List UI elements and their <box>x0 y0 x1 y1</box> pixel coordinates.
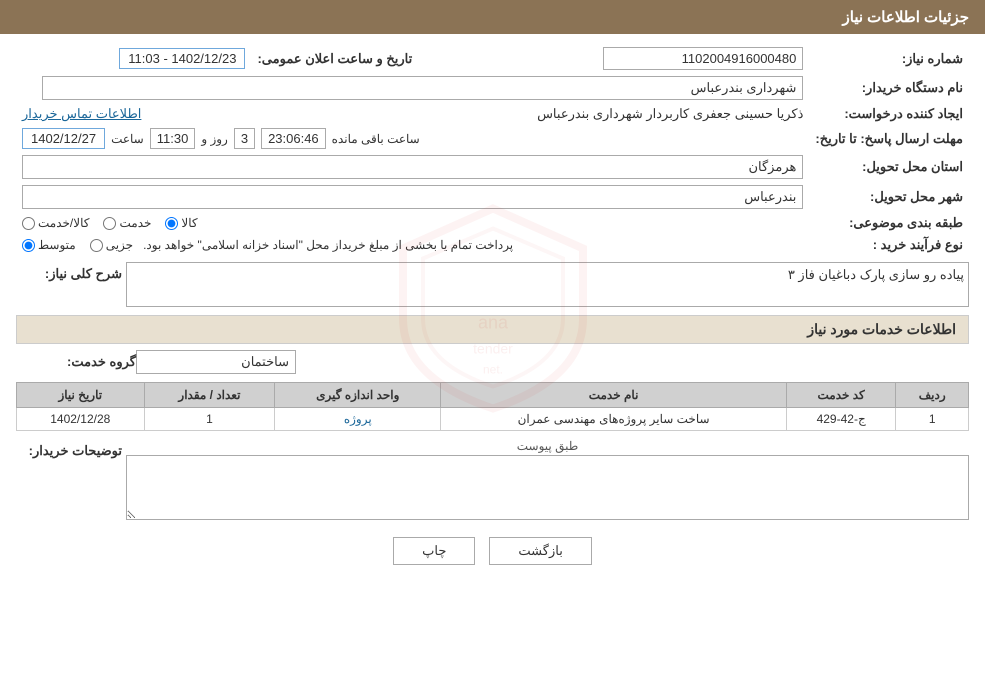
table-cell-date: 1402/12/28 <box>17 408 145 431</box>
category-radio-group: کالا/خدمت خدمت کالا <box>22 216 803 230</box>
table-cell-name: ساخت سایر پروژه‌های مهندسی عمران <box>441 408 787 431</box>
process-radio-group: متوسط جزیی <box>22 238 133 252</box>
category-option-kala[interactable]: کالا <box>165 216 197 230</box>
table-row: 1ج-42-429ساخت سایر پروژه‌های مهندسی عمرا… <box>17 408 969 431</box>
service-group-label: گروه خدمت: <box>16 354 136 370</box>
city-label: شهر محل تحویل: <box>809 182 969 212</box>
deadline-date: 1402/12/27 <box>22 128 105 149</box>
page-header: جزئیات اطلاعات نیاز <box>0 0 985 34</box>
col-qty: تعداد / مقدار <box>144 383 275 408</box>
page-title: جزئیات اطلاعات نیاز <box>843 9 970 26</box>
process-note: پرداخت تمام یا بخشی از مبلغ خریداز محل "… <box>143 238 513 252</box>
remaining-label: ساعت باقی مانده <box>332 132 420 146</box>
city-value: بندرعباس <box>22 185 803 209</box>
col-unit: واحد اندازه گیری <box>275 383 441 408</box>
time-label: ساعت <box>111 132 144 146</box>
process-option-joz[interactable]: جزیی <box>90 238 133 252</box>
neeaz-number-input: 1102004916000480 <box>603 47 803 70</box>
attachment-note: طبق پیوست <box>126 439 969 453</box>
deadline-days: 3 <box>234 128 255 149</box>
col-name: نام خدمت <box>441 383 787 408</box>
contact-link[interactable]: اطلاعات تماس خریدار <box>22 106 141 121</box>
description-value: پیاده رو سازی پارک دباغیان فاز ۳ <box>126 262 969 307</box>
category-label: طبقه بندی موضوعی: <box>809 212 969 234</box>
date-value: 1402/12/23 - 11:03 <box>16 44 251 73</box>
deadline-time: 11:30 <box>150 128 196 149</box>
buyer-label: نام دستگاه خریدار: <box>809 73 969 103</box>
province-label: استان محل تحویل: <box>809 152 969 182</box>
days-separator: روز و <box>201 132 228 146</box>
date-input: 1402/12/23 - 11:03 <box>119 48 245 69</box>
buyer-desc-textarea[interactable] <box>126 455 969 520</box>
neeaz-number-label: شماره نیاز: <box>809 44 969 73</box>
table-cell-code: ج-42-429 <box>786 408 895 431</box>
table-cell-unit: پروژه <box>275 408 441 431</box>
button-bar: بازگشت چاپ <box>16 537 969 565</box>
buyer-value: شهرداری بندرعباس <box>16 73 809 103</box>
creator-value: ذکریا حسینی جعفری کاربردار شهرداری بندرع… <box>251 103 809 125</box>
col-date: تاریخ نیاز <box>17 383 145 408</box>
process-label: نوع فرآیند خرید : <box>809 234 969 256</box>
date-label: تاریخ و ساعت اعلان عمومی: <box>251 44 418 73</box>
category-option-kala-khadamat[interactable]: کالا/خدمت <box>22 216 89 230</box>
service-group-value: ساختمان <box>136 350 296 374</box>
province-value: هرمزگان <box>22 155 803 179</box>
col-rownum: ردیف <box>896 383 969 408</box>
buyer-desc-label: توضیحات خریدار: <box>16 439 126 459</box>
col-code: کد خدمت <box>786 383 895 408</box>
creator-label: ایجاد کننده درخواست: <box>809 103 969 125</box>
back-button[interactable]: بازگشت <box>489 537 591 565</box>
description-section-label: شرح کلی نیاز: <box>16 262 126 282</box>
table-cell-qty: 1 <box>144 408 275 431</box>
services-table: ردیف کد خدمت نام خدمت واحد اندازه گیری ت… <box>16 382 969 431</box>
deadline-label: مهلت ارسال پاسخ: تا تاریخ: <box>809 125 969 152</box>
print-button[interactable]: چاپ <box>393 537 475 565</box>
category-option-khadamat[interactable]: خدمت <box>103 216 151 230</box>
process-option-mutavaset[interactable]: متوسط <box>22 238 76 252</box>
services-section-header: اطلاعات خدمات مورد نیاز <box>16 315 969 344</box>
neeaz-number-value: 1102004916000480 <box>448 44 809 73</box>
table-cell-row: 1 <box>896 408 969 431</box>
deadline-remaining: 23:06:46 <box>261 128 326 149</box>
